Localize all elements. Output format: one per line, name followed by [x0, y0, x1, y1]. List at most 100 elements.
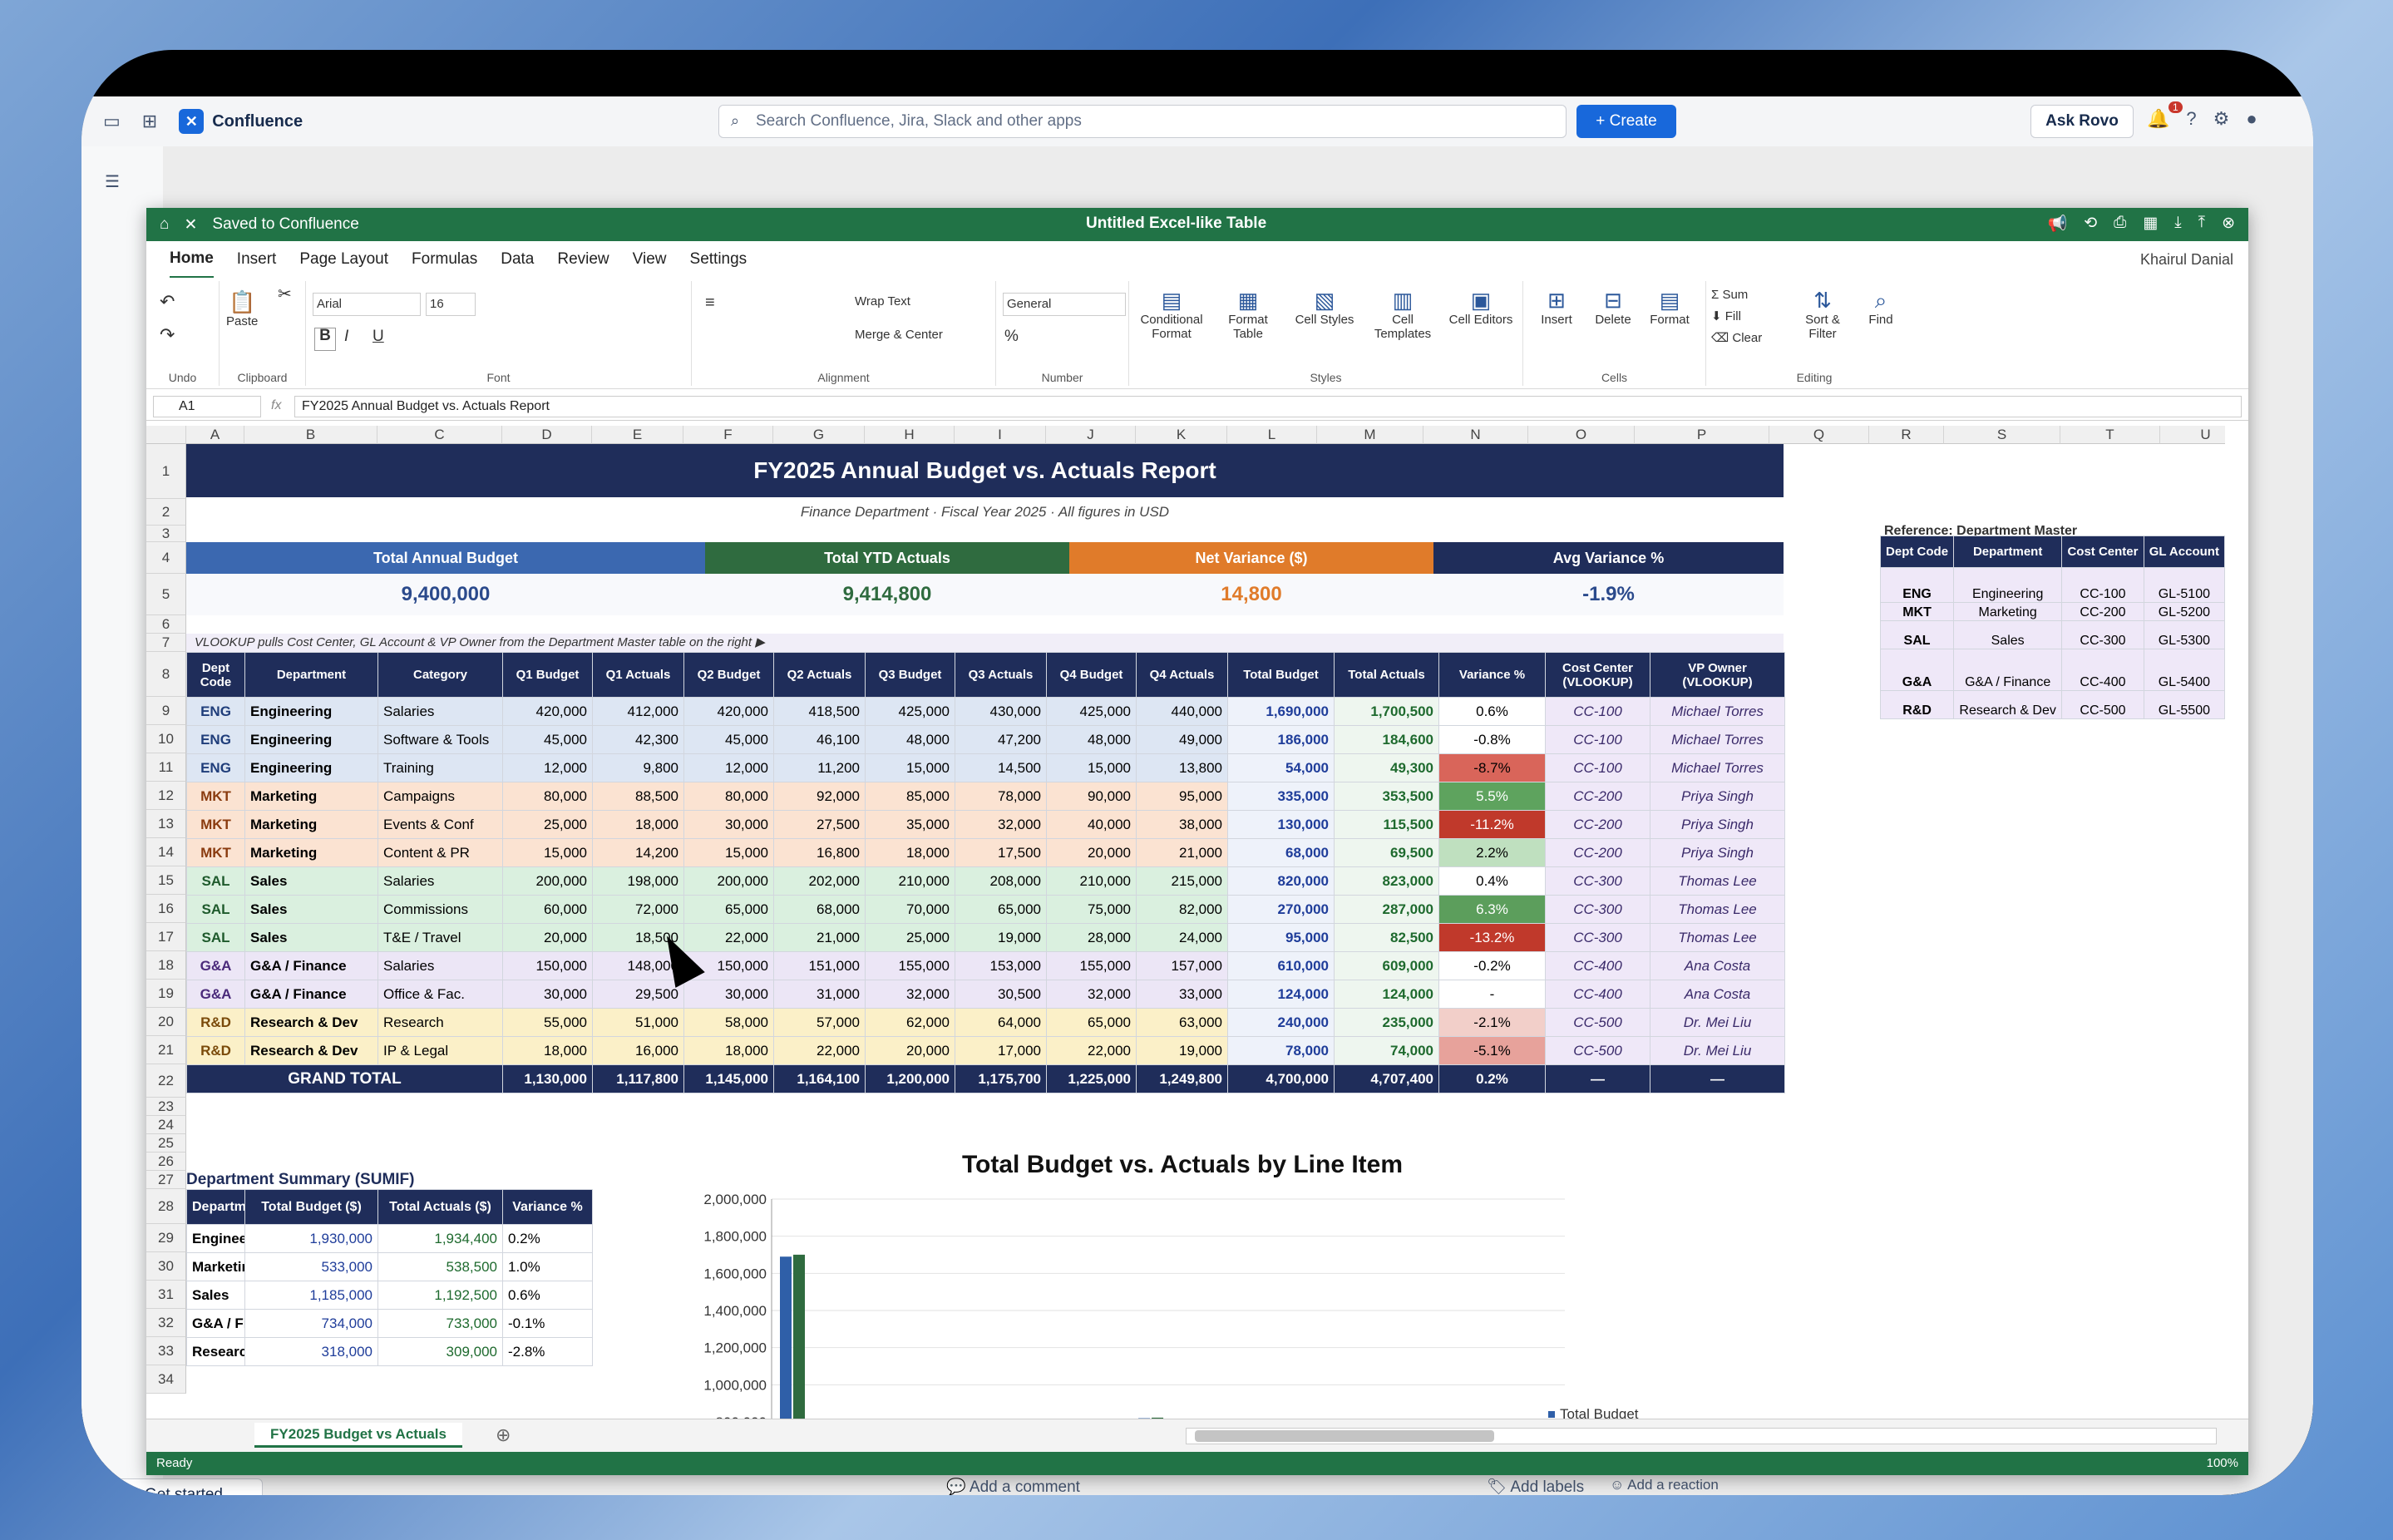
cell[interactable]: Michael Torres: [1650, 725, 1785, 754]
cell[interactable]: ENG: [186, 697, 245, 726]
cell[interactable]: 20,000: [1046, 838, 1137, 867]
cell[interactable]: 15,000: [502, 838, 593, 867]
cell[interactable]: 42,300: [592, 725, 684, 754]
cell[interactable]: CC-300: [1545, 895, 1650, 924]
column-header[interactable]: I: [955, 426, 1046, 444]
cell[interactable]: 69,500: [1334, 838, 1439, 867]
column-header[interactable]: H: [865, 426, 955, 444]
cell[interactable]: 58,000: [683, 1008, 774, 1037]
column-header[interactable]: D: [502, 426, 592, 444]
reference-cell[interactable]: GL-5500: [2143, 690, 2225, 719]
cell[interactable]: 20,000: [502, 923, 593, 952]
reference-cell[interactable]: G&A: [1879, 649, 1955, 691]
cell[interactable]: 820,000: [1227, 866, 1335, 896]
cell[interactable]: CC-500: [1545, 1008, 1650, 1037]
cell[interactable]: 92,000: [773, 782, 866, 811]
zoom-level[interactable]: 100%: [2207, 1452, 2238, 1475]
kpi-value[interactable]: 14,800: [1069, 574, 1433, 615]
cell[interactable]: 35,000: [865, 810, 955, 839]
cell[interactable]: G&A: [186, 980, 245, 1009]
merge-center-button[interactable]: Merge & Center: [855, 328, 943, 342]
row-header[interactable]: 27: [146, 1171, 186, 1189]
cell[interactable]: 55,000: [502, 1008, 593, 1037]
row-header[interactable]: 25: [146, 1134, 186, 1153]
cell[interactable]: -: [1438, 980, 1546, 1009]
reference-cell[interactable]: GL-5300: [2143, 620, 2225, 649]
summary-column-title[interactable]: Total Budget ($): [244, 1189, 378, 1225]
cell[interactable]: 30,000: [502, 980, 593, 1009]
column-title[interactable]: Cost Center (VLOOKUP): [1545, 652, 1650, 698]
insert-cells-button[interactable]: ⊞ Insert: [1530, 288, 1583, 327]
reference-cell[interactable]: G&A / Finance: [1953, 649, 2063, 691]
cell[interactable]: Michael Torres: [1650, 753, 1785, 782]
wrap-text-button[interactable]: Wrap Text: [855, 294, 910, 308]
reference-cell[interactable]: GL-5200: [2143, 602, 2225, 621]
cell[interactable]: 184,600: [1334, 725, 1439, 754]
sidebar-icon[interactable]: ☰: [105, 171, 120, 192]
help-icon[interactable]: ?: [2186, 108, 2196, 130]
app-switcher-icon[interactable]: ⊞: [142, 111, 157, 132]
cell[interactable]: Thomas Lee: [1650, 895, 1785, 924]
ask-rovo-button[interactable]: Ask Rovo: [2030, 105, 2134, 138]
summary-cell[interactable]: 734,000: [244, 1309, 378, 1338]
reference-column-title[interactable]: Dept Code: [1879, 536, 1955, 568]
cell[interactable]: 78,000: [1227, 1036, 1335, 1065]
cell[interactable]: Salaries: [377, 951, 503, 980]
column-title[interactable]: VP Owner (VLOOKUP): [1650, 652, 1785, 698]
reference-cell[interactable]: MKT: [1879, 602, 1955, 621]
cell[interactable]: 353,500: [1334, 782, 1439, 811]
column-header[interactable]: S: [1944, 426, 2060, 444]
cell[interactable]: 25,000: [865, 923, 955, 952]
summary-cell[interactable]: 1,192,500: [377, 1281, 503, 1310]
cell[interactable]: 420,000: [502, 697, 593, 726]
cell[interactable]: 610,000: [1227, 951, 1335, 980]
summary-cell[interactable]: Engineering: [186, 1224, 245, 1253]
bold-button[interactable]: B: [314, 328, 336, 351]
cell[interactable]: Salaries: [377, 697, 503, 726]
cell[interactable]: 22,000: [773, 1036, 866, 1065]
cell[interactable]: Marketing: [244, 810, 378, 839]
cell[interactable]: 210,000: [865, 866, 955, 896]
cell[interactable]: CC-200: [1545, 810, 1650, 839]
cell[interactable]: 16,000: [592, 1036, 684, 1065]
cell[interactable]: Ana Costa: [1650, 951, 1785, 980]
cell[interactable]: 15,000: [1046, 753, 1137, 782]
menu-view[interactable]: View: [633, 242, 667, 277]
clear-button[interactable]: ⌫ Clear: [1711, 331, 1762, 345]
summary-title[interactable]: Department Summary (SUMIF): [186, 1171, 415, 1189]
cell[interactable]: 95,000: [1227, 923, 1335, 952]
cell[interactable]: 22,000: [683, 923, 774, 952]
cell[interactable]: 208,000: [955, 866, 1047, 896]
row-header[interactable]: 16: [146, 895, 186, 923]
cell[interactable]: 78,000: [955, 782, 1047, 811]
announce-icon[interactable]: 📢: [2048, 214, 2068, 234]
summary-column-title[interactable]: Total Actuals ($): [377, 1189, 503, 1225]
add-sheet-icon[interactable]: ⊕: [496, 1424, 511, 1446]
cell[interactable]: 22,000: [1046, 1036, 1137, 1065]
cell[interactable]: 0.4%: [1438, 866, 1546, 896]
cell[interactable]: 13,800: [1136, 753, 1228, 782]
cell[interactable]: IP & Legal: [377, 1036, 503, 1065]
cell[interactable]: 30,500: [955, 980, 1047, 1009]
cell[interactable]: 157,000: [1136, 951, 1228, 980]
cell[interactable]: 45,000: [502, 725, 593, 754]
sidebar-toggle-icon[interactable]: ▭: [103, 111, 121, 132]
row-header[interactable]: 1: [146, 444, 186, 499]
row-header[interactable]: 29: [146, 1224, 186, 1252]
reference-column-title[interactable]: Cost Center: [2061, 536, 2144, 568]
cell[interactable]: Research & Dev: [244, 1008, 378, 1037]
percent-button[interactable]: %: [1004, 328, 1019, 344]
cell[interactable]: G&A / Finance: [244, 951, 378, 980]
menu-settings[interactable]: Settings: [690, 242, 748, 277]
cell[interactable]: 155,000: [865, 951, 955, 980]
reference-cell[interactable]: Research & Dev: [1953, 690, 2063, 719]
row-header[interactable]: 7: [146, 634, 186, 652]
reference-cell[interactable]: CC-100: [2061, 567, 2144, 603]
cell[interactable]: 151,000: [773, 951, 866, 980]
cell[interactable]: 25,000: [502, 810, 593, 839]
cell[interactable]: 72,000: [592, 895, 684, 924]
cell[interactable]: 335,000: [1227, 782, 1335, 811]
cell[interactable]: 46,100: [773, 725, 866, 754]
add-reaction-link[interactable]: ☺ Add a reaction: [1610, 1477, 1719, 1493]
cell[interactable]: -13.2%: [1438, 923, 1546, 952]
